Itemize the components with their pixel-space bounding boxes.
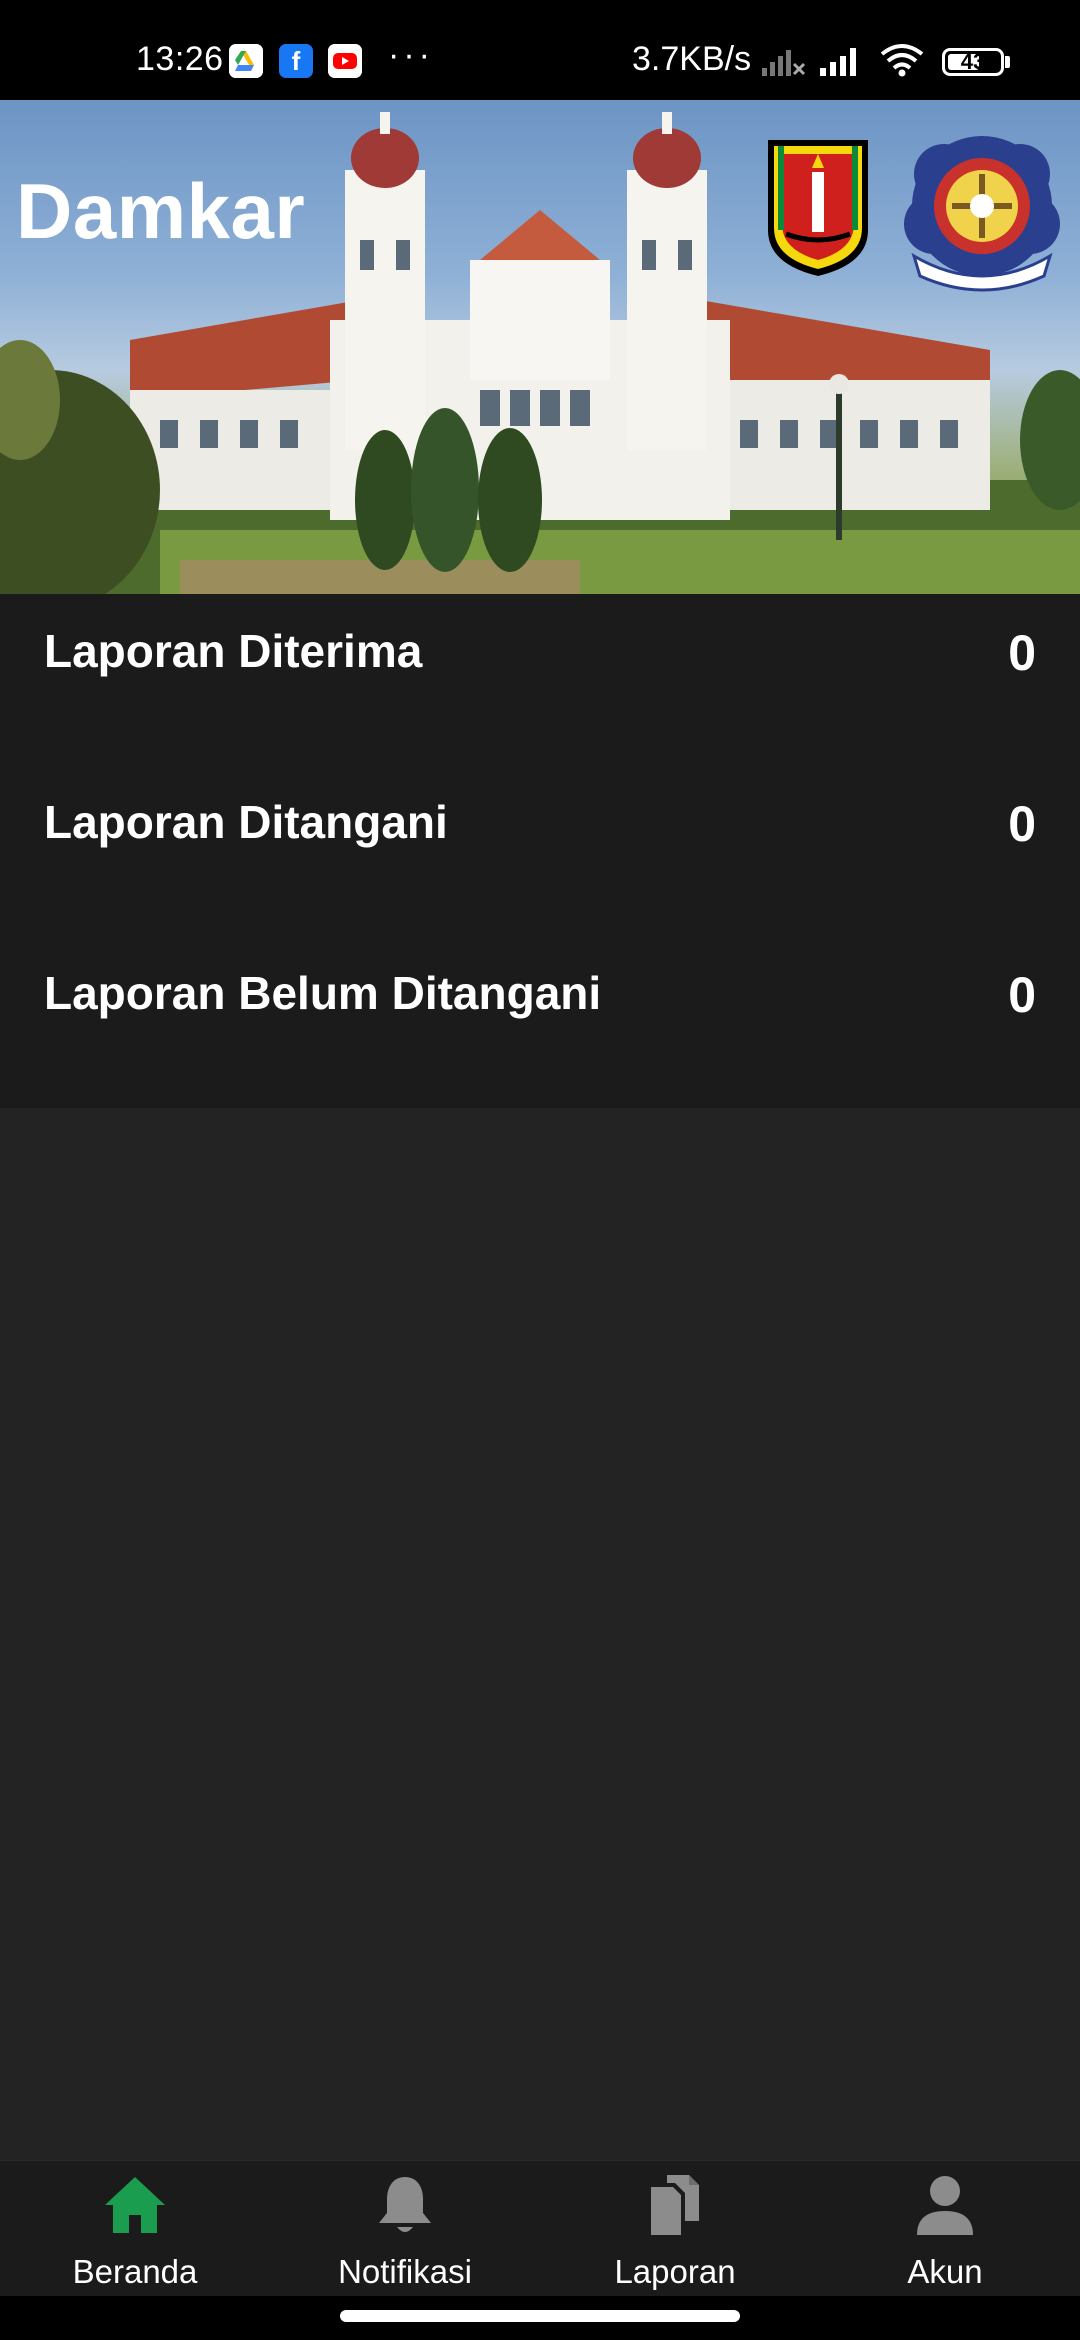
home-icon bbox=[105, 2177, 165, 2233]
battery-icon: 43 bbox=[942, 48, 1004, 76]
nav-item-notifikasi[interactable]: Notifikasi bbox=[270, 2161, 540, 2297]
nav-label: Akun bbox=[907, 2253, 983, 2290]
nav-item-beranda[interactable]: Beranda bbox=[0, 2161, 270, 2297]
battery-tip bbox=[1005, 56, 1010, 68]
facebook-icon: f bbox=[279, 44, 313, 78]
nav-item-akun[interactable]: Akun bbox=[810, 2161, 1080, 2297]
network-speed: 3.7KB/s bbox=[632, 40, 752, 78]
documents-icon bbox=[651, 2175, 699, 2235]
stat-label: Laporan Diterima bbox=[44, 625, 423, 677]
fire-department-emblem bbox=[904, 136, 1060, 292]
nav-label: Laporan bbox=[614, 2253, 736, 2290]
battery-level: 43 bbox=[960, 49, 986, 74]
stat-value: 0 bbox=[1008, 967, 1036, 1023]
bell-icon bbox=[379, 2177, 431, 2232]
nav-label: Beranda bbox=[72, 2253, 198, 2290]
youtube-icon bbox=[328, 44, 362, 78]
stat-row-received: Laporan Diterima 0 bbox=[0, 594, 1080, 714]
status-bar: 13:26 f ··· 3.7KB/s 43 bbox=[0, 0, 1080, 100]
stat-row-handled: Laporan Ditangani 0 bbox=[0, 765, 1080, 885]
user-icon bbox=[917, 2176, 973, 2235]
stat-value: 0 bbox=[1008, 796, 1036, 852]
nav-label: Notifikasi bbox=[338, 2253, 472, 2290]
header-banner: Damkar bbox=[0, 100, 1080, 594]
stat-row-unhandled: Laporan Belum Ditangani 0 bbox=[0, 936, 1080, 1056]
signal-icon bbox=[820, 48, 856, 76]
bottom-navigation: Beranda Notifikasi Laporan Akun bbox=[0, 2160, 1080, 2297]
home-gesture-bar[interactable] bbox=[340, 2310, 740, 2322]
google-drive-icon bbox=[229, 44, 263, 78]
no-signal-icon bbox=[762, 50, 806, 76]
nav-item-laporan[interactable]: Laporan bbox=[540, 2161, 810, 2297]
stat-label: Laporan Ditangani bbox=[44, 796, 448, 848]
status-time: 13:26 bbox=[136, 40, 224, 78]
report-stats-panel: Laporan Diterima 0 Laporan Ditangani 0 L… bbox=[0, 594, 1080, 1108]
wifi-icon bbox=[880, 44, 924, 77]
app-title: Damkar bbox=[16, 167, 306, 255]
stat-label: Laporan Belum Ditangani bbox=[44, 967, 602, 1019]
more-notifications-icon: ··· bbox=[388, 36, 434, 74]
stat-value: 0 bbox=[1008, 625, 1036, 681]
gesture-area bbox=[0, 2296, 1080, 2340]
city-crest-logo bbox=[768, 140, 868, 276]
